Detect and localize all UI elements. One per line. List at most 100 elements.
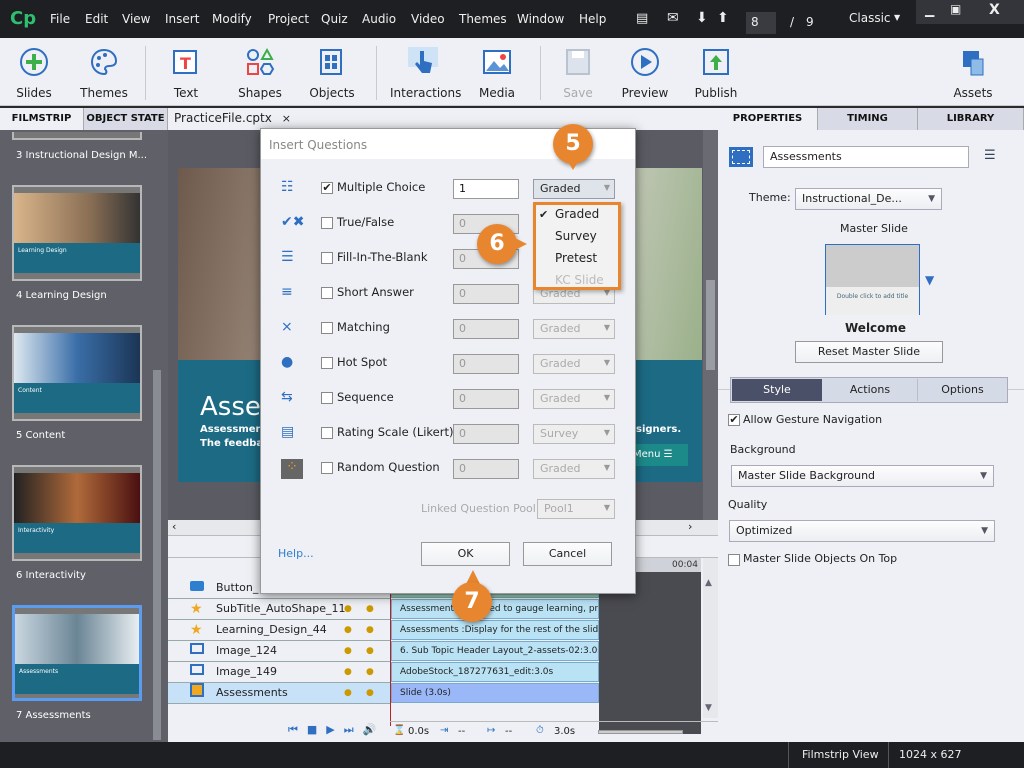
arrow-up-icon[interactable]: ⬆ [717, 10, 729, 26]
visibility-dot[interactable]: ● [344, 641, 352, 661]
slide-menu-button[interactable]: Menu ☰ [628, 444, 688, 466]
help-link[interactable]: Help... [278, 547, 314, 560]
chevron-down-icon[interactable]: ▼ [894, 13, 900, 22]
option-survey[interactable]: Survey [555, 229, 597, 243]
zoom-slider[interactable] [598, 730, 683, 734]
question-count-input[interactable]: 0 [453, 319, 519, 339]
menu-audio[interactable]: Audio [362, 12, 396, 26]
background-select[interactable]: Master Slide Background ▼ [731, 465, 994, 487]
menu-insert[interactable]: Insert [165, 12, 199, 26]
slides-button[interactable]: Slides [6, 38, 62, 106]
minimize-icon[interactable]: ▁ [925, 3, 934, 17]
visibility-dot[interactable]: ● [344, 683, 352, 703]
question-count-input[interactable]: 0 [453, 354, 519, 374]
tab-object-state[interactable]: OBJECT STATE [84, 108, 168, 130]
slide-thumbnail-6[interactable]: Interactivity [12, 465, 142, 561]
close-icon[interactable]: X [989, 2, 1000, 18]
question-checkbox[interactable] [321, 357, 333, 369]
close-tab-icon[interactable]: × [282, 112, 291, 125]
interactions-button[interactable]: Interactions [390, 38, 461, 106]
option-pretest[interactable]: Pretest [555, 251, 597, 265]
playback-controls[interactable]: ⏮■▶⏭🔊 [288, 723, 385, 737]
question-checkbox[interactable] [321, 392, 333, 404]
timeline-bar[interactable]: Slide (3.0s) [391, 683, 599, 703]
tab-options[interactable]: Options [917, 379, 1007, 401]
timeline-row[interactable]: Assessments ● ● [168, 683, 390, 704]
question-type-select[interactable]: Graded▼ [533, 319, 615, 339]
timeline-bar[interactable]: Assessments are used to gauge learning, … [391, 599, 599, 619]
question-checkbox[interactable]: ✔ [321, 182, 333, 194]
cancel-button[interactable]: Cancel [523, 542, 612, 566]
tab-style[interactable]: Style [732, 379, 822, 401]
menu-quiz[interactable]: Quiz [321, 12, 348, 26]
filmstrip-scrollbar[interactable] [153, 370, 161, 740]
visibility-dot[interactable]: ● [344, 662, 352, 682]
gesture-checkbox[interactable]: ✔ [728, 414, 740, 426]
arrow-down-icon[interactable]: ⬇ [696, 10, 708, 26]
slide-thumbnail-7[interactable]: Assessments [12, 605, 142, 701]
objects-button[interactable]: Objects [304, 38, 360, 106]
stage-scrollbar[interactable] [706, 280, 715, 370]
question-count-input[interactable]: 1 [453, 179, 519, 199]
mail-icon[interactable]: ✉ [667, 10, 679, 26]
visibility-dot[interactable]: ● [344, 620, 352, 640]
timeline-row[interactable]: Image_124 ● ● [168, 641, 390, 662]
quality-select[interactable]: Optimized ▼ [729, 520, 995, 542]
themes-button[interactable]: Themes [74, 38, 134, 106]
question-checkbox[interactable] [321, 427, 333, 439]
question-checkbox[interactable] [321, 252, 333, 264]
tab-practicefile[interactable]: PracticeFile.cptx × [168, 108, 298, 130]
menu-themes[interactable]: Themes [459, 12, 507, 26]
tab-timing[interactable]: TIMING [818, 108, 918, 130]
menu-help[interactable]: Help [579, 12, 606, 26]
timeline-bar[interactable] [391, 594, 599, 598]
lock-dot[interactable]: ● [366, 641, 374, 661]
workspace-select[interactable]: Classic [849, 11, 891, 25]
tab-properties[interactable]: PROPERTIES [718, 108, 818, 130]
question-type-select[interactable]: Graded▼ [533, 179, 615, 199]
slide-name-input[interactable]: Assessments [763, 146, 969, 168]
question-checkbox[interactable] [321, 217, 333, 229]
question-type-select[interactable]: Survey ▼ [533, 424, 615, 444]
menu-window[interactable]: Window [517, 12, 564, 26]
timeline-bar[interactable]: 6. Sub Topic Header Layout_2-assets-02:3… [391, 641, 599, 661]
visibility-dot[interactable]: ● [344, 599, 352, 619]
menu-project[interactable]: Project [268, 12, 309, 26]
slide-thumbnail-4[interactable]: Learning Design [12, 185, 142, 281]
timeline-row[interactable]: ★ Learning_Design_44 ● ● [168, 620, 390, 641]
tab-actions[interactable]: Actions [824, 379, 916, 401]
lock-dot[interactable]: ● [366, 620, 374, 640]
question-count-input[interactable]: 0 [453, 284, 519, 304]
menu-modify[interactable]: Modify [212, 12, 252, 26]
menu-view[interactable]: View [122, 12, 150, 26]
panel-menu-icon[interactable]: ☰ [984, 148, 996, 163]
option-graded[interactable]: Graded [555, 207, 599, 221]
publish-button[interactable]: Publish [688, 38, 744, 106]
ok-button[interactable]: OK [421, 542, 510, 566]
menu-file[interactable]: File [50, 12, 70, 26]
menu-video[interactable]: Video [411, 12, 445, 26]
question-checkbox[interactable] [321, 322, 333, 334]
slide-thumbnail-5[interactable]: Content [12, 325, 142, 421]
menu-edit[interactable]: Edit [85, 12, 108, 26]
question-count-input[interactable]: 0 [453, 389, 519, 409]
slide-number-input[interactable]: 8 [746, 12, 776, 34]
question-type-select[interactable]: Graded▼ [533, 354, 615, 374]
question-type-select[interactable]: Graded▼ [533, 459, 615, 479]
tab-filmstrip[interactable]: FILMSTRIP [0, 108, 84, 130]
question-count-input[interactable]: 0 [453, 424, 519, 444]
timeline-bar[interactable]: Assessments :Display for the rest of the… [391, 620, 599, 640]
comment-icon[interactable]: ▤ [636, 11, 648, 26]
lock-dot[interactable]: ● [366, 683, 374, 703]
theme-select[interactable]: Instructional_De... ▼ [795, 188, 942, 210]
lock-dot[interactable]: ● [366, 662, 374, 682]
lock-dot[interactable]: ● [366, 599, 374, 619]
reset-master-slide-button[interactable]: Reset Master Slide [795, 341, 943, 363]
shapes-button[interactable]: Shapes [232, 38, 288, 106]
question-type-select[interactable]: Graded▼ [533, 389, 615, 409]
master-slide-dropdown-icon[interactable]: ▼ [925, 273, 934, 287]
question-count-input[interactable]: 0 [453, 459, 519, 479]
preview-button[interactable]: Preview [618, 38, 672, 106]
master-slide-thumbnail[interactable]: Double click to add title [825, 244, 920, 315]
pool-select[interactable]: Pool1 ▼ [537, 499, 615, 519]
